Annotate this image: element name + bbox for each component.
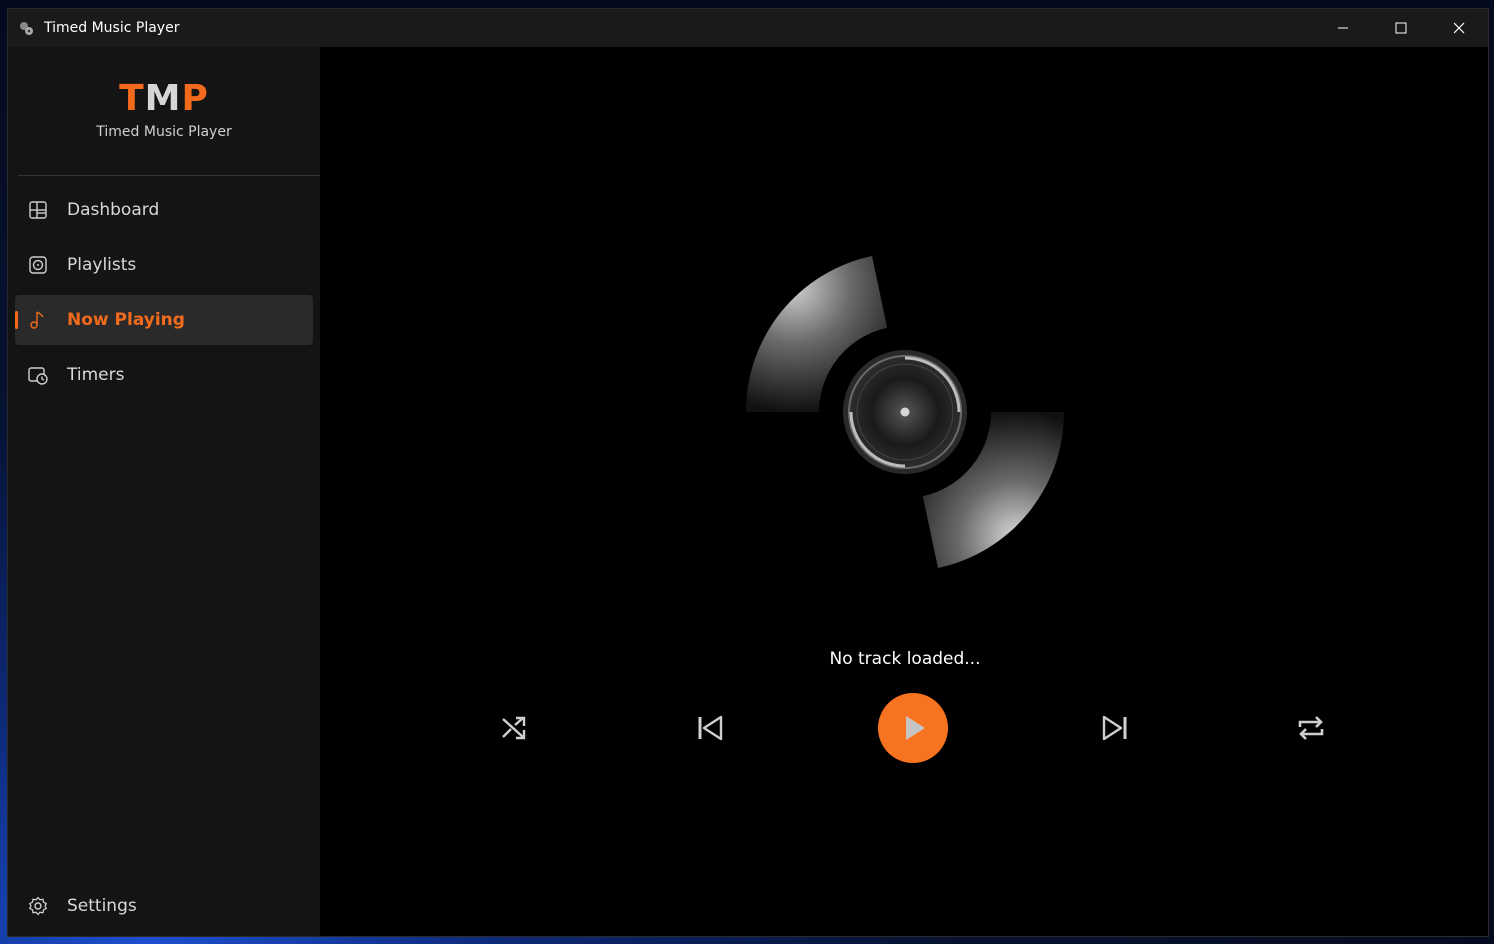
dashboard-icon (28, 200, 48, 220)
window-controls (1314, 9, 1488, 47)
logo-letter-t: T (119, 78, 145, 119)
active-indicator (15, 311, 18, 329)
window-title: Timed Music Player (44, 20, 180, 36)
logo-letter-m: M (144, 78, 182, 119)
sidebar-item-now-playing[interactable]: Now Playing (15, 295, 313, 345)
title-bar[interactable]: Timed Music Player (8, 9, 1488, 47)
gear-icon (28, 896, 48, 916)
sidebar-item-settings[interactable]: Settings (15, 881, 313, 931)
sidebar-item-label: Dashboard (67, 200, 160, 220)
sidebar-nav: Dashboard Playlists Now Playing Timers (15, 185, 313, 405)
sidebar-item-label: Timers (67, 365, 125, 385)
maximize-icon (1395, 22, 1407, 34)
play-icon (906, 716, 925, 740)
minimize-button[interactable] (1314, 9, 1372, 47)
logo-letter-p: P (181, 78, 209, 119)
maximize-button[interactable] (1372, 9, 1430, 47)
timer-icon (28, 365, 48, 385)
close-button[interactable] (1430, 9, 1488, 47)
now-playing-panel: No track loaded... (320, 47, 1488, 936)
previous-icon (698, 715, 723, 741)
previous-button[interactable] (675, 693, 745, 763)
shuffle-button[interactable] (479, 693, 549, 763)
repeat-icon (1298, 716, 1324, 740)
sidebar-item-label: Now Playing (67, 310, 185, 330)
sidebar-item-playlists[interactable]: Playlists (15, 240, 313, 290)
track-status: No track loaded... (829, 649, 981, 669)
brand-subtitle: Timed Music Player (96, 124, 232, 140)
play-button[interactable] (878, 693, 948, 763)
next-icon (1102, 715, 1127, 741)
sidebar: TMP Timed Music Player Dashboard Playlis… (8, 47, 320, 936)
brand-logo: TMP (8, 77, 320, 121)
vinyl-disc-art (740, 247, 1070, 577)
settings-label: Settings (67, 896, 137, 916)
playlist-icon (28, 255, 48, 275)
brand: TMP Timed Music Player (8, 77, 320, 140)
next-button[interactable] (1080, 693, 1150, 763)
close-icon (1453, 22, 1465, 34)
sidebar-divider (18, 175, 320, 176)
sidebar-item-timers[interactable]: Timers (15, 350, 313, 400)
minimize-icon (1338, 27, 1348, 29)
shuffle-icon (502, 716, 526, 740)
app-window: Timed Music Player TMP Timed Music Playe… (7, 8, 1489, 937)
app-icon (20, 22, 33, 35)
sidebar-item-dashboard[interactable]: Dashboard (15, 185, 313, 235)
repeat-button[interactable] (1276, 693, 1346, 763)
music-note-icon (28, 310, 48, 330)
sidebar-item-label: Playlists (67, 255, 137, 275)
